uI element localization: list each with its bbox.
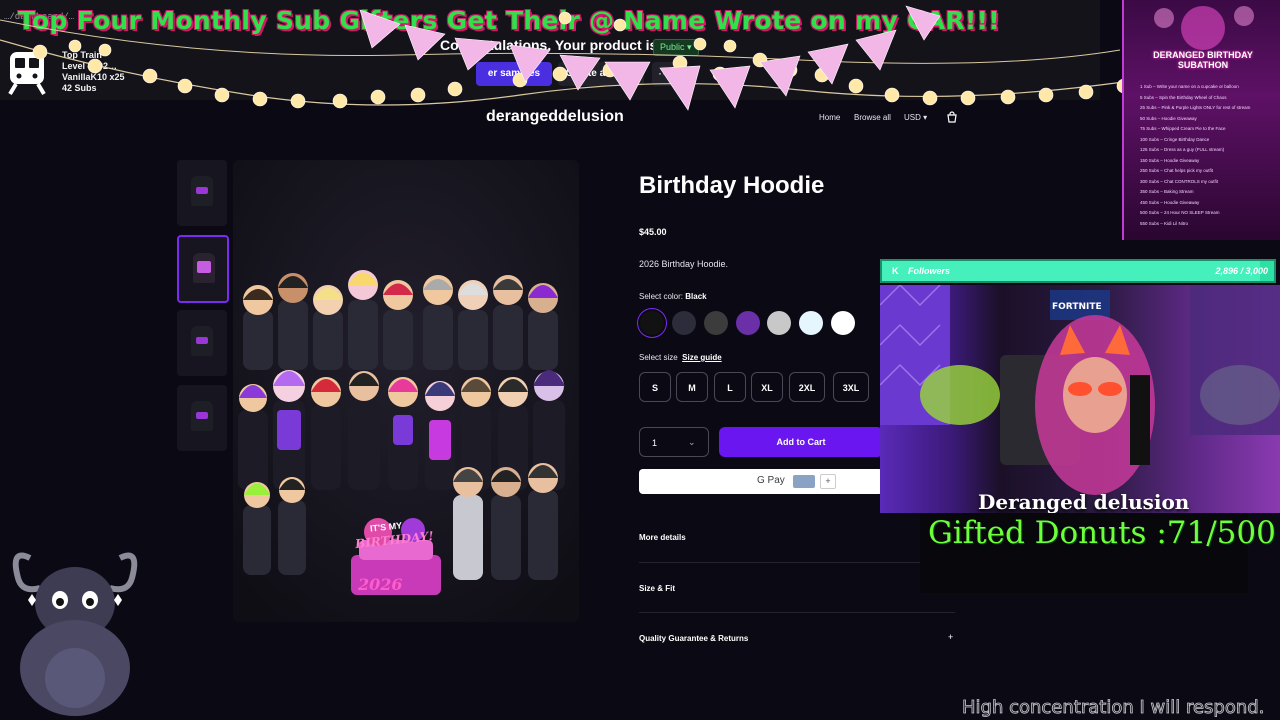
product-title: Birthday Hoodie xyxy=(639,172,825,199)
hoodie-print-shape xyxy=(196,187,208,194)
color-swatch[interactable] xyxy=(767,311,791,335)
color-swatch[interactable] xyxy=(831,311,855,335)
gifted-donuts-text: Gifted Donuts :71/500 xyxy=(928,515,1276,551)
subathon-goal-item: 100 Subs – Cringe Birthday Dance xyxy=(1140,136,1210,142)
more-options-button[interactable]: ··· xyxy=(652,62,676,86)
quantity-value: 1 xyxy=(652,438,658,448)
quality-returns-accordion[interactable]: Quality Guarantee & Returns xyxy=(639,634,748,643)
subathon-goal-item: 125 Subs – Dress as a guy (FULL stream) xyxy=(1140,147,1225,152)
webcam-feed: FORTNITE xyxy=(880,285,1280,513)
size-option-m[interactable]: M xyxy=(676,372,708,402)
artwork-year: 2026 xyxy=(358,575,403,594)
followers-label: Followers xyxy=(908,266,951,276)
status-message: High concentration I will respond. xyxy=(962,697,1265,719)
color-value: Black xyxy=(685,292,707,301)
subathon-goals-panel: DERANGED BIRTHDAY SUBATHON 1 Sub – Write… xyxy=(1122,0,1280,240)
color-label: Select color: Black xyxy=(639,292,707,301)
hype-train-top-contributor: VanillaK10 x25 xyxy=(62,72,125,82)
subathon-goal-item: 75 Subs – Whipped Cream Pie to the Face xyxy=(1140,126,1226,131)
visibility-value: Public xyxy=(660,42,685,52)
expand-plus-icon[interactable]: + xyxy=(948,632,953,642)
hoodie-print-shape xyxy=(197,261,211,273)
subathon-goal-item: 300 Subs – Chat CONTROLS my outfit xyxy=(1140,178,1219,184)
subathon-goal-item: 250 Subs – Chat helps pick my outfit xyxy=(1140,168,1214,173)
color-swatch[interactable] xyxy=(736,311,760,335)
nav-browse-all-link[interactable]: Browse all xyxy=(854,113,891,122)
google-pay-button[interactable]: G Pay + xyxy=(639,469,883,494)
order-samples-button[interactable]: er samples xyxy=(476,62,552,86)
size-option-l[interactable]: L xyxy=(714,372,746,402)
webcam-scene: FORTNITE xyxy=(880,285,1280,495)
subathon-title-line2: SUBATHON xyxy=(1177,60,1229,70)
hype-train-sub-count: 42 Subs xyxy=(62,83,97,93)
create-another-button[interactable]: Create another xyxy=(558,62,644,86)
size-option-s[interactable]: S xyxy=(639,372,671,402)
currency-selector[interactable]: USD ▾ xyxy=(904,113,927,122)
product-thumbnail[interactable] xyxy=(177,310,227,376)
gpay-label: G Pay xyxy=(757,475,785,486)
color-swatch[interactable] xyxy=(799,311,823,335)
birthday-group-artwork xyxy=(233,160,579,622)
subathon-goal-item: 350 Subs – Baking Stream xyxy=(1140,189,1194,194)
color-swatch[interactable] xyxy=(704,311,728,335)
hype-train-info: Top Train Level 4 (92… VanillaK10 x25 42… xyxy=(62,50,125,94)
color-label-text: Select color: xyxy=(639,292,684,301)
kick-icon: K xyxy=(892,266,899,276)
subathon-goal-item: 550 Subs – Kidi Lil Nitro xyxy=(1140,220,1189,226)
color-swatch[interactable] xyxy=(640,311,664,335)
cart-icon[interactable] xyxy=(946,111,958,123)
hoodie-print-shape xyxy=(196,412,208,419)
gpay-add-card: + xyxy=(820,474,836,489)
subathon-goal-item: 50 Subs – Hoodie Giveaway xyxy=(1140,115,1197,121)
subathon-title-line1: DERANGED BIRTHDAY xyxy=(1153,50,1253,60)
product-thumbnail[interactable] xyxy=(177,385,227,451)
hype-train-level: Level 4 (92… xyxy=(62,61,118,71)
hype-train-title: Top Train xyxy=(62,50,102,60)
size-option-3xl[interactable]: 3XL xyxy=(833,372,869,402)
goat-mascot-icon xyxy=(12,552,138,716)
streamer-name: Deranged delusion xyxy=(978,490,1190,514)
hoodie-print-shape xyxy=(196,337,208,344)
subathon-title: DERANGED BIRTHDAY SUBATHON xyxy=(1134,50,1272,70)
add-to-cart-button[interactable]: Add to Cart xyxy=(719,427,883,457)
subathon-goal-item: 150 Subs – Hoodie Giveaway xyxy=(1140,157,1200,163)
subathon-goal-item: 1 Sub – Write your name on a cupcake or … xyxy=(1140,84,1239,89)
size-label-text: Select size xyxy=(639,353,678,362)
followers-count: 2,896 / 3,000 xyxy=(1215,266,1268,276)
size-option-2xl[interactable]: 2XL xyxy=(789,372,825,402)
size-option-xl[interactable]: XL xyxy=(751,372,783,402)
subathon-header-art xyxy=(1154,6,1254,50)
store-logo[interactable]: derangeddelusion xyxy=(486,108,624,126)
subathon-goal-item: 500 Subs – 24 Hour NO SLEEP Stream xyxy=(1140,210,1220,215)
color-swatch[interactable] xyxy=(672,311,696,335)
size-guide-link[interactable]: Size guide xyxy=(682,353,722,362)
quantity-select[interactable]: 1 ⌄ xyxy=(639,427,709,457)
subathon-goal-item: 450 Subs – Hoodie Giveaway xyxy=(1140,199,1200,205)
divider xyxy=(639,612,955,613)
more-details-accordion[interactable]: More details xyxy=(639,533,686,542)
publish-congrats-text: Congratulations. Your product is xyxy=(440,37,658,53)
train-icon xyxy=(8,52,46,96)
subathon-goal-item: 25 Subs – Pink & Purple Lights ONLY for … xyxy=(1140,105,1251,110)
product-thumbnail[interactable] xyxy=(177,160,227,226)
followers-goal-bar: K Followers 2,896 / 3,000 xyxy=(880,259,1276,283)
size-fit-accordion[interactable]: Size & Fit xyxy=(639,584,675,593)
fortnite-sign: FORTNITE xyxy=(1052,302,1102,312)
divider xyxy=(639,562,955,563)
product-thumbnail-selected[interactable] xyxy=(177,235,229,303)
visibility-dropdown[interactable]: Public ▾ xyxy=(653,39,699,56)
nav-home-link[interactable]: Home xyxy=(819,113,840,122)
size-label: Select size Size guide xyxy=(639,353,722,362)
ticker-text: Top Four Monthly Sub Gifters Get Their @… xyxy=(18,6,1001,35)
product-description: 2026 Birthday Hoodie. xyxy=(639,259,729,269)
product-main-image[interactable] xyxy=(233,160,579,622)
chevron-down-icon: ⌄ xyxy=(688,437,696,447)
subathon-goal-item: 5 Subs – Spin the Birthday Wheel of Chao… xyxy=(1140,94,1227,100)
card-icon xyxy=(793,475,815,488)
product-price: $45.00 xyxy=(639,227,667,237)
currency-value: USD xyxy=(904,113,921,122)
gifted-donuts-goal: Gifted Donuts :71/500 xyxy=(920,513,1276,593)
